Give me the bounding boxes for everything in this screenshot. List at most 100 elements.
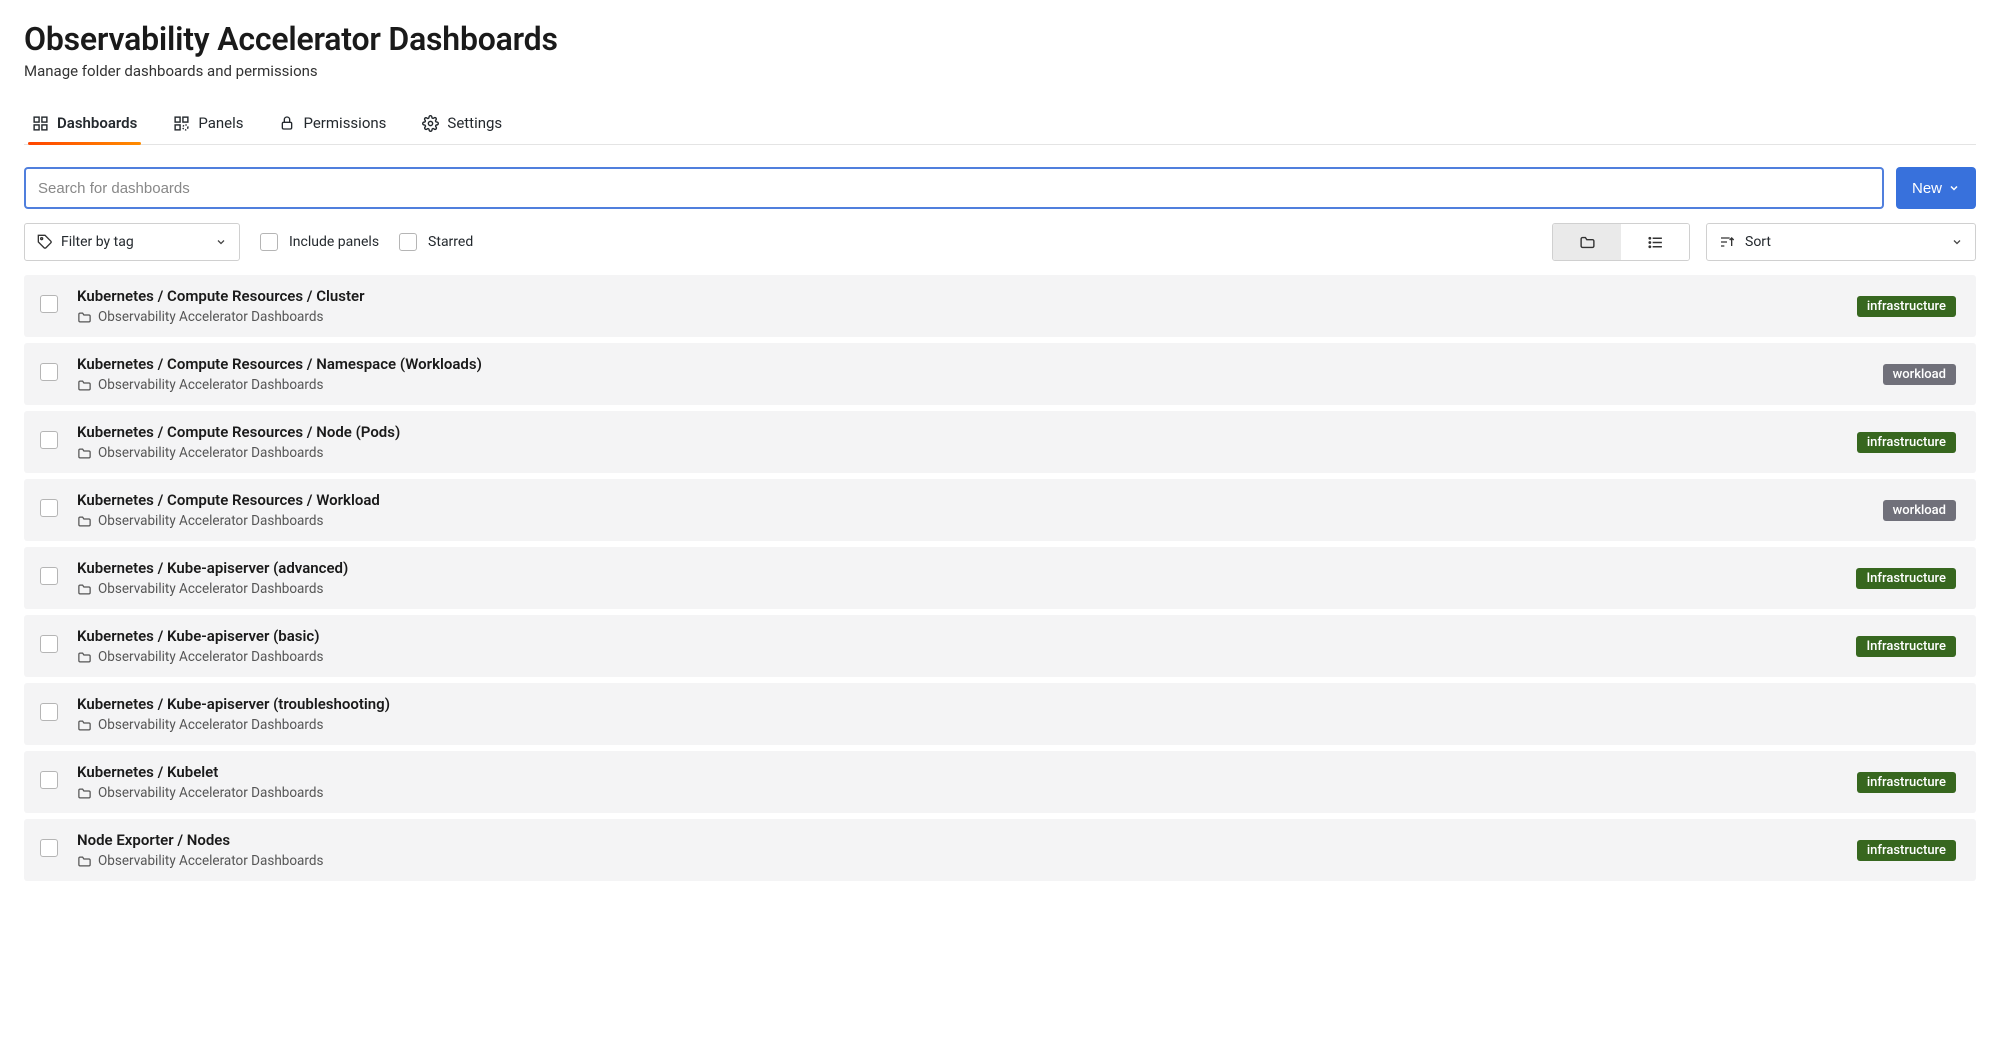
row-checkbox[interactable] [40,771,58,789]
tab-label: Panels [198,114,243,132]
dashboard-folder-name: Observability Accelerator Dashboards [98,581,323,597]
tag-badge[interactable]: infrastructure [1857,840,1956,861]
page-subtitle: Manage folder dashboards and permissions [24,62,1976,80]
dashboard-folder: Observability Accelerator Dashboards [77,445,1841,461]
row-checkbox[interactable] [40,703,58,721]
dashboard-icon [32,115,49,132]
list-item[interactable]: Kubernetes / Kube-apiserver (basic) Obser… [24,615,1976,677]
chevron-down-icon [215,236,227,248]
dashboard-folder: Observability Accelerator Dashboards [77,377,1867,393]
list-item[interactable]: Kubernetes / Compute Resources / Node (P… [24,411,1976,473]
row-checkbox[interactable] [40,567,58,585]
folder-icon [77,514,92,529]
folder-icon [77,718,92,733]
row-checkbox[interactable] [40,839,58,857]
tab-label: Permissions [303,114,386,132]
chevron-down-icon [1948,182,1960,194]
dashboard-title: Kubernetes / Compute Resources / Namespa… [77,355,1867,373]
folder-icon [77,378,92,393]
tab-label: Settings [447,114,502,132]
folder-icon [77,446,92,461]
tab-permissions[interactable]: Permissions [275,104,390,144]
folder-icon [1579,234,1596,251]
checkbox-label: Starred [428,234,473,250]
new-button[interactable]: New [1896,167,1976,209]
row-checkbox[interactable] [40,363,58,381]
tag-badge[interactable]: infrastructure [1857,296,1956,317]
folder-icon [77,650,92,665]
sort-label: Sort [1745,234,1771,250]
dashboard-folder-name: Observability Accelerator Dashboards [98,445,323,461]
chevron-down-icon [1951,236,1963,248]
folder-icon [77,582,92,597]
tag-icon [37,234,53,250]
tab-dashboards[interactable]: Dashboards [28,104,141,144]
tab-label: Dashboards [57,114,137,132]
dashboard-title: Kubernetes / Kube-apiserver (basic) [77,627,1840,645]
dashboard-folder: Observability Accelerator Dashboards [77,513,1867,529]
lock-icon [279,115,295,131]
tag-badge[interactable]: Infrastructure [1856,636,1956,657]
filter-label: Filter by tag [61,234,134,250]
dashboard-folder: Observability Accelerator Dashboards [77,581,1840,597]
tab-settings[interactable]: Settings [418,104,506,144]
starred-input[interactable] [399,233,417,251]
view-folder-button[interactable] [1553,224,1621,260]
folder-icon [77,310,92,325]
tag-badge[interactable]: workload [1883,364,1956,385]
dashboard-title: Node Exporter / Nodes [77,831,1841,849]
tab-panels[interactable]: Panels [169,104,247,144]
view-list-button[interactable] [1621,224,1689,260]
dashboard-folder: Observability Accelerator Dashboards [77,649,1840,665]
dashboard-folder-name: Observability Accelerator Dashboards [98,309,323,325]
folder-icon [77,854,92,869]
search-input[interactable] [24,167,1884,209]
starred-checkbox[interactable]: Starred [395,230,473,254]
list-item[interactable]: Kubernetes / Kubelet Observability Accele… [24,751,1976,813]
dashboard-title: Kubernetes / Compute Resources / Node (P… [77,423,1841,441]
page-title: Observability Accelerator Dashboards [24,20,1976,58]
include-panels-input[interactable] [260,233,278,251]
tag-badge[interactable]: infrastructure [1857,772,1956,793]
dashboard-title: Kubernetes / Kube-apiserver (troubleshoo… [77,695,1956,713]
list-item[interactable]: Kubernetes / Kube-apiserver (troubleshoo… [24,683,1976,745]
tag-badge[interactable]: infrastructure [1857,432,1956,453]
dashboard-folder: Observability Accelerator Dashboards [77,717,1956,733]
row-checkbox[interactable] [40,635,58,653]
list-item[interactable]: Kubernetes / Compute Resources / Workloa… [24,479,1976,541]
dashboard-title: Kubernetes / Kube-apiserver (advanced) [77,559,1840,577]
dashboard-list: Kubernetes / Compute Resources / Cluster… [24,275,1976,881]
dashboard-folder: Observability Accelerator Dashboards [77,853,1841,869]
row-checkbox[interactable] [40,431,58,449]
dashboard-folder-name: Observability Accelerator Dashboards [98,649,323,665]
dashboard-folder-name: Observability Accelerator Dashboards [98,377,323,393]
row-checkbox[interactable] [40,499,58,517]
include-panels-checkbox[interactable]: Include panels [256,230,379,254]
tab-bar: Dashboards Panels Permissions Settings [24,104,1976,145]
checkbox-label: Include panels [289,234,379,250]
list-item[interactable]: Kubernetes / Kube-apiserver (advanced) Ob… [24,547,1976,609]
filter-by-tag-select[interactable]: Filter by tag [24,223,240,261]
tag-badge[interactable]: workload [1883,500,1956,521]
dashboard-title: Kubernetes / Compute Resources / Cluster [77,287,1841,305]
dashboard-folder-name: Observability Accelerator Dashboards [98,717,323,733]
dashboard-folder-name: Observability Accelerator Dashboards [98,785,323,801]
sort-select[interactable]: Sort [1706,223,1976,261]
dashboard-title: Kubernetes / Compute Resources / Workloa… [77,491,1867,509]
dashboard-folder-name: Observability Accelerator Dashboards [98,853,323,869]
dashboard-folder-name: Observability Accelerator Dashboards [98,513,323,529]
dashboard-folder: Observability Accelerator Dashboards [77,309,1841,325]
panels-icon [173,115,190,132]
row-checkbox[interactable] [40,295,58,313]
list-item[interactable]: Kubernetes / Compute Resources / Cluster… [24,275,1976,337]
folder-icon [77,786,92,801]
gear-icon [422,115,439,132]
list-icon [1647,234,1664,251]
tag-badge[interactable]: Infrastructure [1856,568,1956,589]
list-item[interactable]: Node Exporter / Nodes Observability Accel… [24,819,1976,881]
dashboard-title: Kubernetes / Kubelet [77,763,1841,781]
dashboard-folder: Observability Accelerator Dashboards [77,785,1841,801]
list-item[interactable]: Kubernetes / Compute Resources / Namespa… [24,343,1976,405]
sort-icon [1719,234,1735,250]
view-toggle [1552,223,1690,261]
